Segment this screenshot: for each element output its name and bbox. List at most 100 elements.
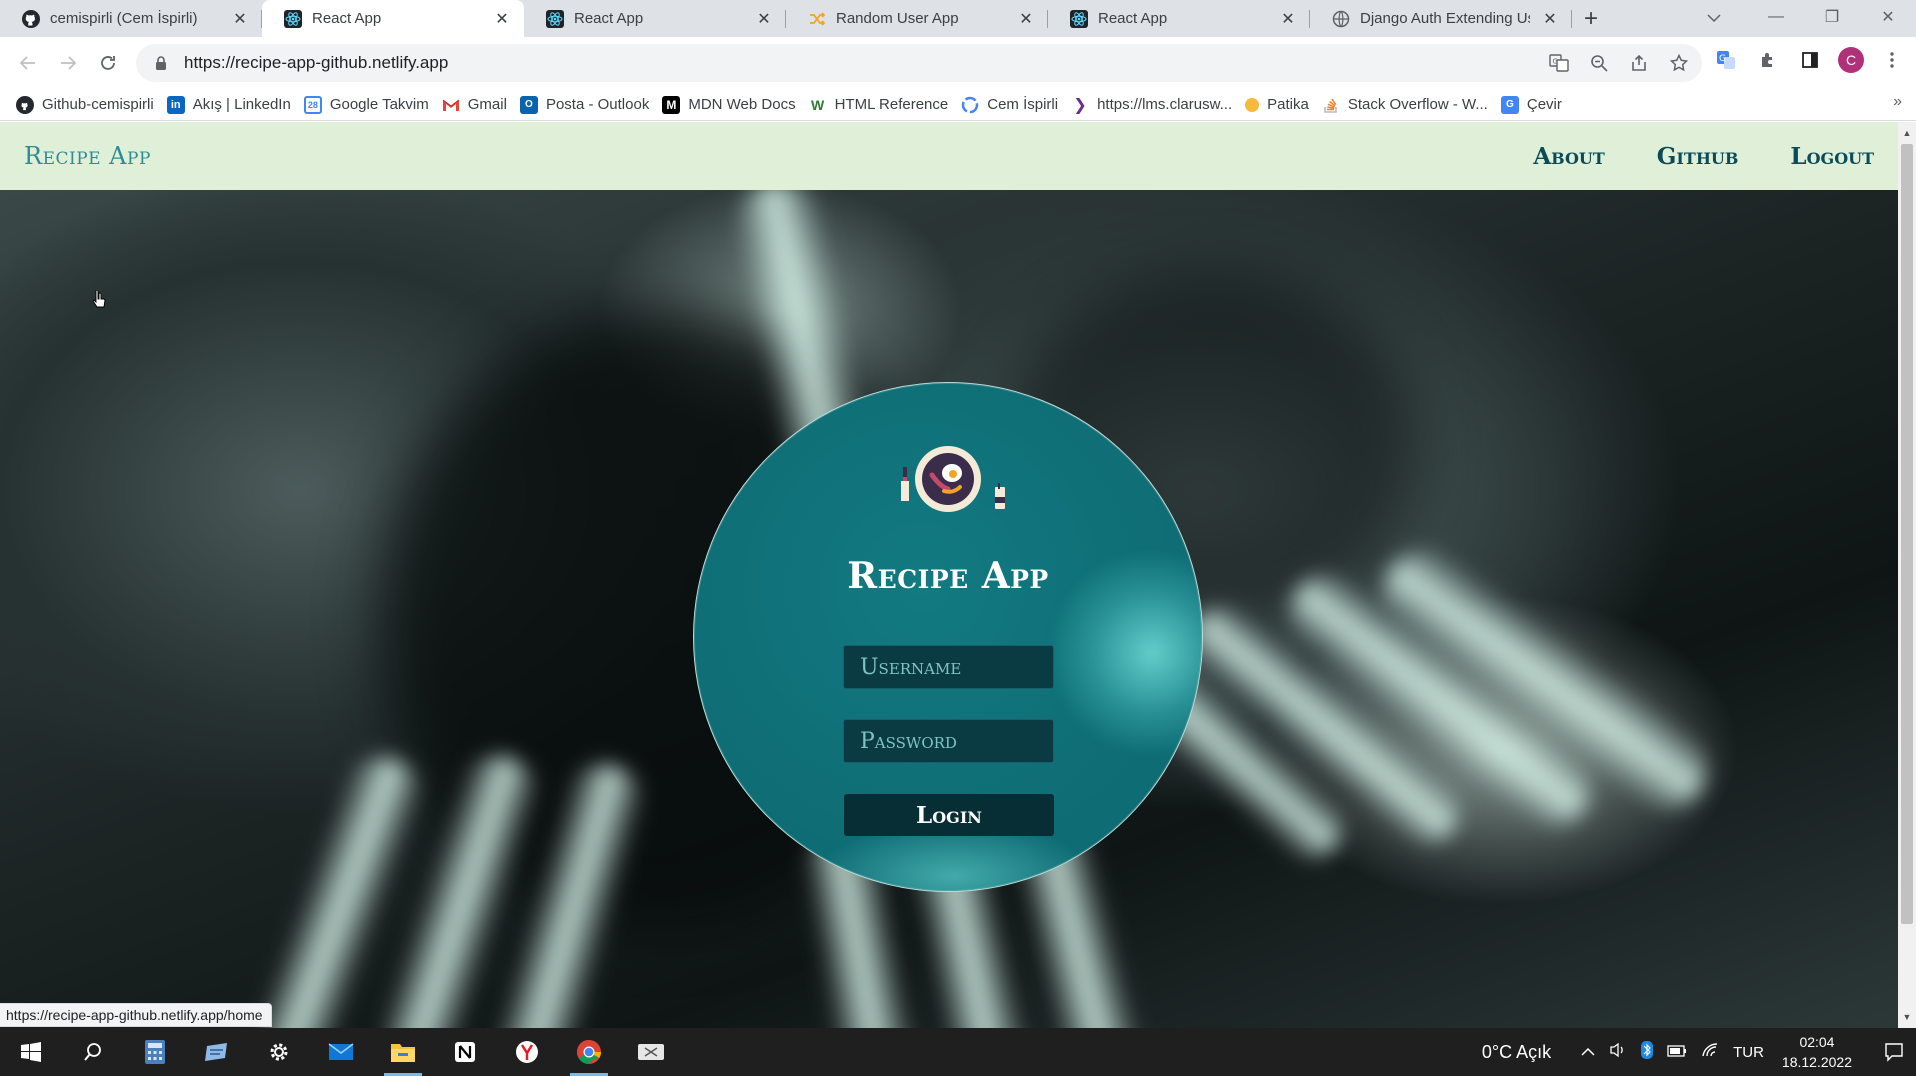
tab-react-app-active[interactable]: React App ✕ xyxy=(262,0,524,37)
tab-close-icon[interactable]: ✕ xyxy=(492,9,512,29)
tab-close-icon[interactable]: ✕ xyxy=(230,9,250,29)
wifi-icon[interactable] xyxy=(1701,1042,1719,1062)
battery-icon[interactable] xyxy=(1667,1044,1687,1061)
zoom-out-icon[interactable] xyxy=(1588,52,1610,74)
bookmark-patika[interactable]: Patika xyxy=(1241,91,1318,119)
w3-icon: W xyxy=(810,96,825,113)
tab-django-auth[interactable]: Django Auth Extending Use ✕ xyxy=(1310,0,1572,37)
login-button[interactable]: Login xyxy=(844,794,1054,836)
tab-title: Random User App xyxy=(836,10,959,27)
bookmark-linkedin[interactable]: in Akış | LinkedIn xyxy=(163,91,300,119)
forward-icon[interactable] xyxy=(48,43,88,83)
nav-link-logout[interactable]: Logout xyxy=(1790,143,1874,170)
clarusway-icon: ❯ xyxy=(1073,96,1087,114)
clock-time: 02:04 xyxy=(1799,1034,1835,1050)
bookmark-github[interactable]: Github-cemispirli xyxy=(12,91,163,119)
bookmarks-overflow-icon[interactable]: » xyxy=(1893,93,1902,111)
username-input[interactable] xyxy=(843,645,1054,689)
browser-toolbar: https://recipe-app-github.netlify.app G … xyxy=(0,37,1916,89)
menu-kebab-icon[interactable] xyxy=(1878,46,1906,74)
login-card: Recipe App Login xyxy=(693,382,1203,892)
bookmark-gmail[interactable]: Gmail xyxy=(438,91,516,119)
linkedin-icon: in xyxy=(166,95,185,114)
bookmark-label: Stack Overflow - W... xyxy=(1347,96,1488,113)
tab-title: React App xyxy=(574,10,644,27)
login-title: Recipe App xyxy=(847,555,1049,597)
settings-gear-icon[interactable] xyxy=(248,1028,310,1076)
bookmark-html-reference[interactable]: W HTML Reference xyxy=(805,91,958,119)
weather-widget[interactable]: 0°C Açık xyxy=(1448,1039,1551,1065)
bookmark-label: Çevir xyxy=(1526,96,1562,113)
react-icon xyxy=(546,9,564,28)
scrollbar-thumb[interactable] xyxy=(1901,144,1913,924)
bookmark-cem-ispirli[interactable]: Cem İspirli xyxy=(957,91,1067,119)
extensions-puzzle-icon[interactable] xyxy=(1754,46,1782,74)
sticky-notes-icon[interactable] xyxy=(186,1028,248,1076)
clock[interactable]: 02:04 18.12.2022 xyxy=(1782,1032,1852,1072)
bookmark-translate[interactable]: G Çevir xyxy=(1497,91,1571,119)
volume-icon[interactable] xyxy=(1609,1042,1627,1062)
calculator-icon[interactable] xyxy=(124,1028,186,1076)
tab-search-icon[interactable] xyxy=(1702,6,1726,30)
tab-separator xyxy=(1571,10,1572,28)
bookmark-stack-overflow[interactable]: Stack Overflow - W... xyxy=(1318,91,1497,119)
notification-center-icon[interactable] xyxy=(1872,1028,1916,1076)
tab-react-app[interactable]: React App ✕ xyxy=(524,0,786,37)
minimize-icon[interactable]: — xyxy=(1748,0,1804,34)
share-icon[interactable] xyxy=(1628,52,1650,74)
search-icon[interactable] xyxy=(62,1028,124,1076)
profile-avatar[interactable]: C xyxy=(1838,47,1864,73)
close-window-icon[interactable]: ✕ xyxy=(1860,0,1916,34)
tab-close-icon[interactable]: ✕ xyxy=(1278,9,1298,29)
bookmark-outlook[interactable]: O Posta - Outlook xyxy=(516,91,658,119)
file-explorer-icon[interactable] xyxy=(372,1028,434,1076)
chevron-up-icon[interactable] xyxy=(1581,1044,1595,1061)
patika-icon xyxy=(1245,97,1260,112)
status-bar-url: https://recipe-app-github.netlify.app/ho… xyxy=(0,1003,272,1027)
windows-taskbar: 0°C Açık TUR 02:04 18.12.2022 xyxy=(0,1028,1916,1076)
tab-close-icon[interactable]: ✕ xyxy=(1016,9,1036,29)
nav-link-github[interactable]: Github xyxy=(1657,143,1739,170)
chrome-icon[interactable] xyxy=(558,1028,620,1076)
bookmark-mdn[interactable]: M MDN Web Docs xyxy=(658,91,804,119)
github-icon xyxy=(22,9,40,28)
yandex-browser-icon[interactable] xyxy=(496,1028,558,1076)
google-translate-extension-icon[interactable]: G xyxy=(1712,46,1740,74)
tab-close-icon[interactable]: ✕ xyxy=(754,9,774,29)
scroll-down-icon[interactable]: ▼ xyxy=(1902,1012,1912,1022)
window-controls: — ❐ ✕ xyxy=(1748,0,1916,37)
snipping-tool-icon[interactable] xyxy=(620,1028,682,1076)
recipe-logo-icon xyxy=(915,446,981,512)
scroll-up-icon[interactable]: ▲ xyxy=(1902,128,1912,138)
tab-github[interactable]: cemispirli (Cem İspirli) ✕ xyxy=(0,0,262,37)
brand-link[interactable]: Recipe App xyxy=(24,142,151,170)
language-indicator[interactable]: TUR xyxy=(1733,1044,1764,1061)
tab-react-app-2[interactable]: React App ✕ xyxy=(1048,0,1310,37)
new-tab-button[interactable]: + xyxy=(1572,0,1610,37)
bookmark-star-icon[interactable] xyxy=(1668,52,1690,74)
page-scrollbar[interactable]: ▲ ▼ xyxy=(1898,122,1916,1028)
tab-close-icon[interactable]: ✕ xyxy=(1540,9,1560,29)
stackoverflow-icon xyxy=(1322,96,1340,114)
windows-start-icon[interactable] xyxy=(0,1028,62,1076)
url-text[interactable]: https://recipe-app-github.netlify.app xyxy=(184,53,1548,73)
translate-icon[interactable]: G xyxy=(1548,52,1570,74)
address-bar[interactable]: https://recipe-app-github.netlify.app G xyxy=(136,44,1702,82)
bookmarks-bar: Github-cemispirli in Akış | LinkedIn 28 … xyxy=(0,89,1916,121)
side-panel-icon[interactable] xyxy=(1796,46,1824,74)
back-icon[interactable] xyxy=(8,43,48,83)
tab-title: React App xyxy=(312,10,382,27)
mail-icon[interactable] xyxy=(310,1028,372,1076)
tab-random-user-app[interactable]: Random User App ✕ xyxy=(786,0,1048,37)
lock-icon[interactable] xyxy=(150,55,172,71)
bookmark-google-calendar[interactable]: 28 Google Takvim xyxy=(300,91,438,119)
restore-icon[interactable]: ❐ xyxy=(1804,0,1860,34)
bookmark-clarusway-lms[interactable]: ❯ https://lms.clarusw... xyxy=(1067,91,1241,119)
reload-icon[interactable] xyxy=(88,43,128,83)
bluetooth-icon[interactable] xyxy=(1641,1041,1654,1063)
nav-link-about[interactable]: About xyxy=(1533,143,1604,170)
react-icon xyxy=(1070,9,1088,28)
svg-text:G: G xyxy=(1553,58,1558,66)
password-input[interactable] xyxy=(843,719,1054,763)
notion-icon[interactable] xyxy=(434,1028,496,1076)
